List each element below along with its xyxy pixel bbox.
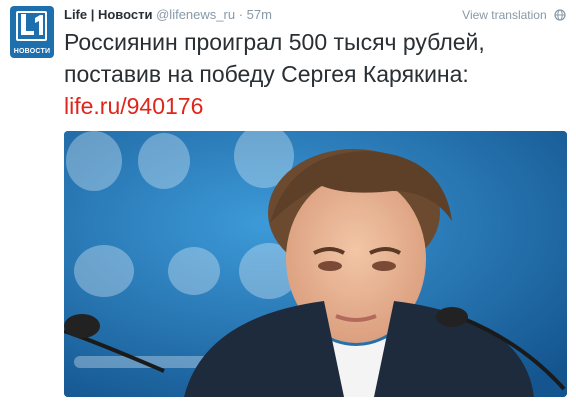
- tweet-text: Россиянин проиграл 500 тысяч рублей, пос…: [64, 26, 569, 122]
- view-translation-label: View translation: [462, 8, 547, 22]
- globe-icon: [554, 9, 566, 21]
- tweet-text-line: Россиянин проиграл 500 тысяч рублей,: [64, 29, 485, 55]
- avatar-label: НОВОСТИ: [13, 48, 51, 55]
- photo-illustration: [64, 131, 567, 397]
- life-logo-mark: [21, 14, 43, 35]
- tweet-photo[interactable]: [64, 131, 567, 397]
- avatar[interactable]: НОВОСТИ: [10, 6, 54, 58]
- author-handle[interactable]: @lifenews_ru: [156, 7, 235, 22]
- tweet-timestamp[interactable]: 57m: [247, 7, 272, 22]
- tweet-text-line: поставив на победу Сергея Карякина:: [64, 61, 469, 87]
- tweet-link[interactable]: life.ru/940176: [64, 90, 569, 122]
- separator: ·: [238, 7, 244, 22]
- view-translation-button[interactable]: View translation: [462, 6, 566, 24]
- tweet-header: Life | Новости @lifenews_ru · 57m View t…: [64, 6, 566, 24]
- author-name[interactable]: Life | Новости: [64, 7, 152, 22]
